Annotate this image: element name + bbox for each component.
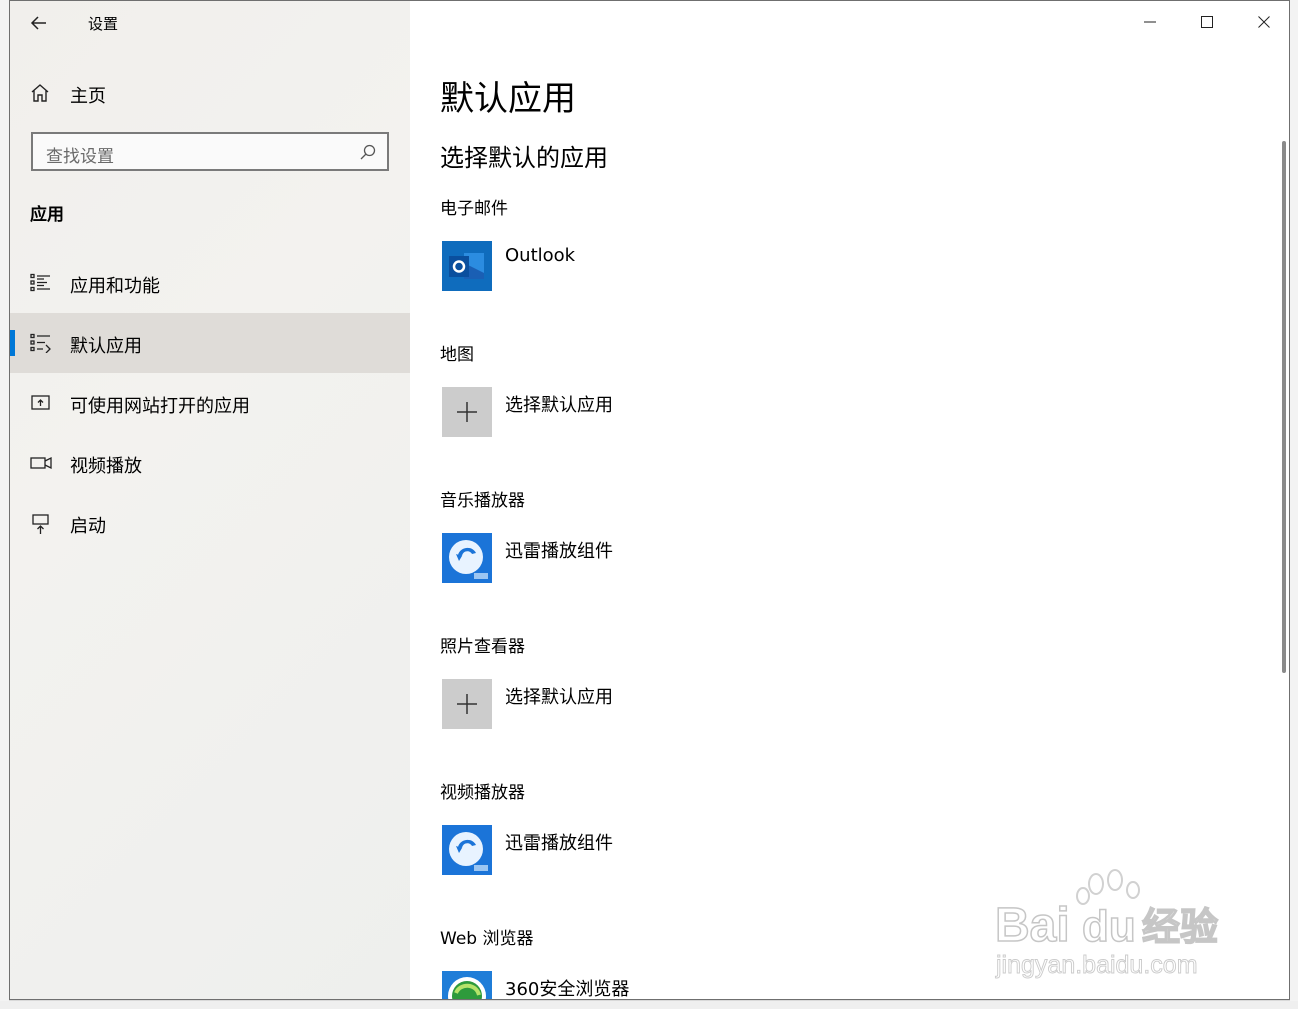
background-taskbar-edge [0, 1001, 1298, 1009]
close-button[interactable] [1241, 7, 1287, 37]
default-app-name: 选择默认应用 [505, 687, 613, 708]
search-input[interactable]: 查找设置 [31, 132, 389, 171]
sidebar: 设置 主页 查找设置 应用 应用和功能 默认应用 可使用网站打开的应用 视频播放… [10, 1, 410, 999]
sidebar-item-video-playback[interactable]: 视频播放 [10, 433, 410, 493]
sidebar-item-default-apps[interactable]: 默认应用 [10, 313, 410, 373]
section-subtitle: 选择默认的应用 [440, 144, 608, 172]
category-label-music-player: 音乐播放器 [440, 491, 525, 511]
default-app-name: 迅雷播放组件 [505, 833, 613, 854]
minimize-icon [1144, 21, 1156, 23]
outlook-icon [442, 241, 492, 291]
home-label: 主页 [70, 86, 106, 107]
default-app-email-button[interactable]: Outlook [442, 241, 842, 293]
section-heading-apps: 应用 [30, 205, 64, 225]
home-icon [31, 84, 49, 102]
watermark-brand: Bai [995, 899, 1070, 952]
background-right-edge [1290, 0, 1298, 1009]
window-title: 设置 [88, 15, 119, 33]
category-label-video-player: 视频播放器 [440, 783, 525, 803]
search-icon [360, 144, 376, 160]
watermark-brand-du: du [1082, 902, 1136, 951]
default-app-photo-button[interactable]: 选择默认应用 [442, 679, 842, 731]
minimize-button[interactable] [1127, 7, 1173, 37]
page-title: 默认应用 [440, 79, 576, 119]
default-app-name: Outlook [505, 245, 576, 266]
plus-icon [442, 387, 492, 437]
search-placeholder: 查找设置 [46, 147, 114, 167]
default-app-name: 选择默认应用 [505, 395, 613, 416]
sidebar-item-apps-for-websites[interactable]: 可使用网站打开的应用 [10, 373, 410, 433]
main-content: 默认应用 选择默认的应用 电子邮件 Outlook 地图 选择默认应用 音乐播放… [410, 1, 1289, 999]
back-arrow-icon [30, 16, 46, 30]
category-label-email: 电子邮件 [440, 199, 508, 219]
default-app-name: 360安全浏览器 [505, 979, 630, 1000]
baidu-jingyan-watermark: Bai du 经验 jingyan.baidu.com [990, 866, 1240, 981]
sidebar-item-label: 默认应用 [70, 336, 142, 357]
category-label-maps: 地图 [440, 345, 474, 365]
category-label-web-browser: Web 浏览器 [440, 929, 534, 949]
apps-features-icon [30, 273, 50, 292]
360-browser-icon [442, 971, 492, 999]
sidebar-item-label: 视频播放 [70, 456, 142, 477]
default-app-browser-button[interactable]: 360安全浏览器 [442, 971, 842, 1000]
close-icon [1258, 16, 1270, 28]
background-left-edge [0, 0, 9, 1009]
back-button[interactable] [24, 9, 56, 37]
default-apps-icon [30, 333, 51, 353]
home-nav-item[interactable]: 主页 [10, 71, 410, 115]
baidu-paw-logo: Bai du 经验 jingyan.baidu.com [994, 869, 1219, 979]
maximize-icon [1201, 16, 1213, 28]
sidebar-item-label: 应用和功能 [70, 276, 160, 297]
video-playback-icon [30, 456, 52, 470]
sidebar-item-label: 可使用网站打开的应用 [70, 396, 250, 417]
sidebar-item-apps-features[interactable]: 应用和功能 [10, 253, 410, 313]
sidebar-item-label: 启动 [70, 516, 106, 537]
maximize-button[interactable] [1184, 7, 1230, 37]
watermark-suffix: 经验 [1142, 905, 1218, 949]
default-app-name: 迅雷播放组件 [505, 541, 613, 562]
category-label-photo-viewer: 照片查看器 [440, 637, 525, 657]
watermark-url: jingyan.baidu.com [995, 951, 1198, 979]
default-app-music-button[interactable]: 迅雷播放组件 [442, 533, 842, 585]
settings-window: 设置 主页 查找设置 应用 应用和功能 默认应用 可使用网站打开的应用 视频播放… [9, 0, 1290, 1000]
xunlei-player-icon [442, 825, 492, 875]
startup-icon [32, 514, 49, 534]
default-app-video-button[interactable]: 迅雷播放组件 [442, 825, 842, 877]
apps-for-websites-icon [31, 395, 50, 410]
vertical-scrollbar[interactable] [1282, 141, 1286, 673]
xunlei-player-icon [442, 533, 492, 583]
plus-icon [442, 679, 492, 729]
sidebar-item-startup[interactable]: 启动 [10, 493, 410, 553]
default-app-maps-button[interactable]: 选择默认应用 [442, 387, 842, 439]
